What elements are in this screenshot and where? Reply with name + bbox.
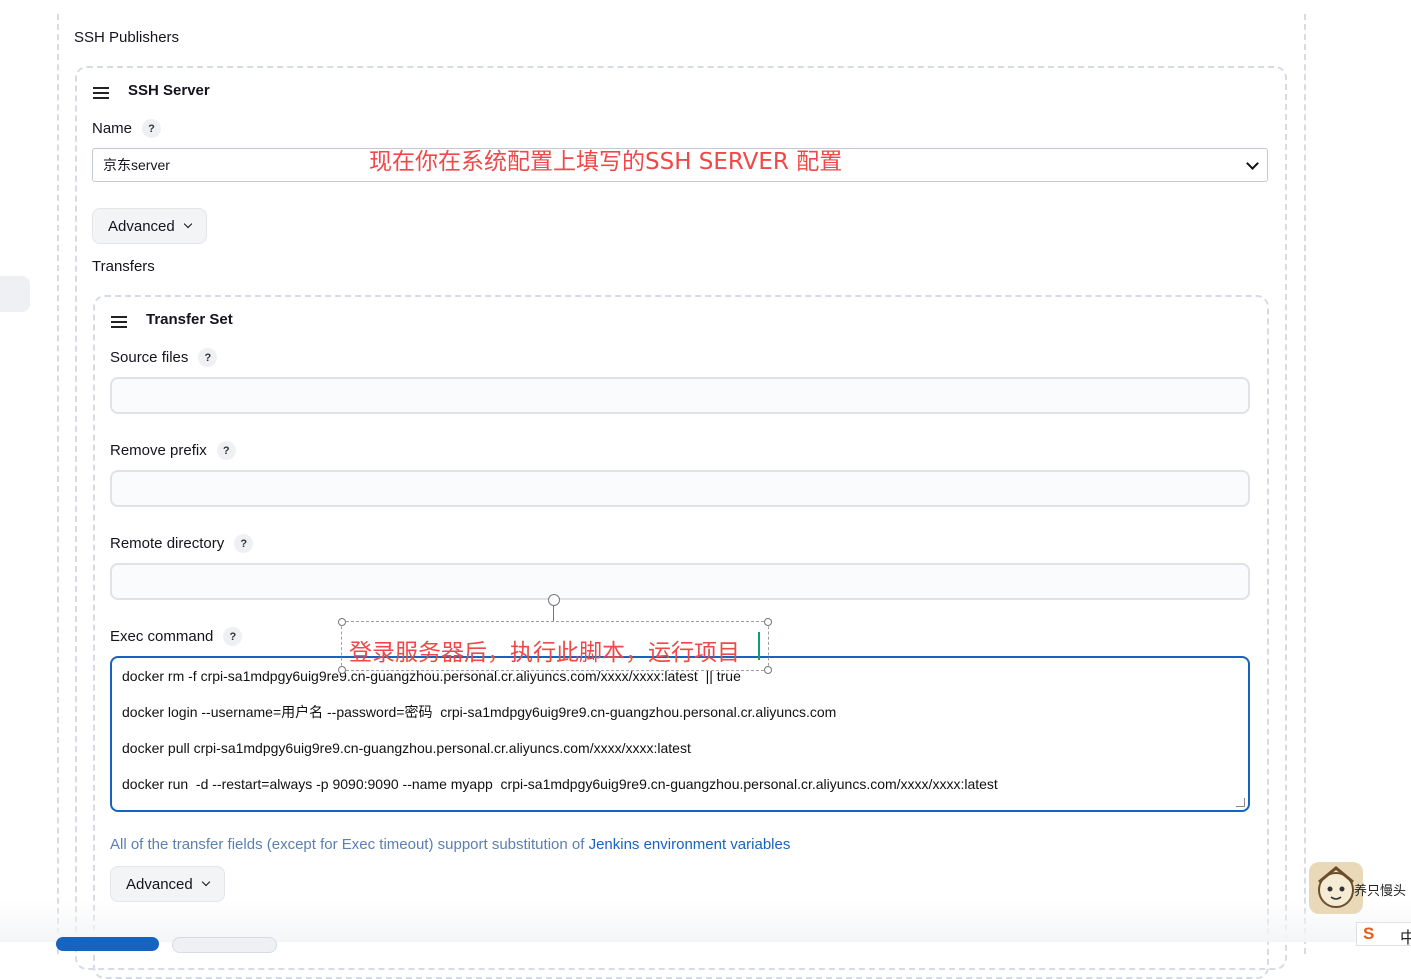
env-vars-link[interactable]: Jenkins environment variables	[589, 836, 791, 853]
resize-handle[interactable]	[338, 618, 346, 626]
save-button[interactable]	[56, 937, 159, 951]
ssh-server-title: SSH Server	[128, 82, 210, 99]
mascot-caption: 养只慢头	[1354, 884, 1407, 899]
server-advanced-button[interactable]: Advanced	[92, 208, 207, 244]
exec-line: docker login --username=用户名 --password=密…	[122, 704, 837, 720]
exec-command-label-text: Exec command	[110, 628, 214, 645]
remove-prefix-input[interactable]	[110, 470, 1250, 507]
ssh-publishers-label: SSH Publishers	[74, 29, 180, 46]
help-icon[interactable]: ?	[216, 441, 236, 460]
exec-command-label: Exec command ?	[110, 627, 243, 646]
remote-directory-input[interactable]	[110, 563, 1250, 600]
help-icon[interactable]: ?	[234, 534, 254, 553]
selected-server-value: 京东server	[103, 157, 170, 173]
transfer-advanced-button[interactable]: Advanced	[110, 866, 225, 902]
exec-line: docker run -d --restart=always -p 9090:9…	[122, 776, 998, 792]
exec-line: docker rm -f crpi-sa1mdpgy6uig9re9.cn-gu…	[122, 668, 741, 684]
text-caret	[758, 632, 760, 660]
name-label: Name ?	[92, 119, 162, 138]
resize-handle[interactable]	[338, 666, 346, 674]
rotate-stem	[553, 606, 554, 621]
apply-button[interactable]	[172, 937, 277, 953]
source-files-input[interactable]	[110, 377, 1250, 414]
rotate-handle[interactable]	[548, 594, 560, 606]
chevron-down-icon	[1246, 156, 1259, 170]
remote-directory-label: Remote directory ?	[110, 534, 254, 553]
resize-handle[interactable]	[764, 618, 772, 626]
resize-handle[interactable]	[764, 666, 772, 674]
remove-prefix-label-text: Remove prefix	[110, 442, 207, 459]
exec-line: docker pull crpi-sa1mdpgy6uig9re9.cn-gua…	[122, 740, 691, 756]
sogou-logo-icon[interactable]: S	[1363, 924, 1374, 944]
hint-text: All of the transfer fields (except for E…	[110, 836, 589, 853]
help-icon[interactable]: ?	[223, 627, 243, 646]
drag-handle-icon[interactable]	[93, 87, 109, 99]
chevron-down-icon	[183, 219, 192, 229]
ime-mode-toggle[interactable]: 中	[1400, 924, 1411, 948]
name-label-text: Name	[92, 120, 133, 137]
source-files-label: Source files ?	[110, 348, 218, 367]
transfer-set-title: Transfer Set	[146, 311, 233, 328]
server-config-annotation: 现在你在系统配置上填写的SSH SERVER 配置	[369, 149, 843, 175]
advanced-label: Advanced	[108, 217, 175, 235]
exec-script-annotation[interactable]: 登录服务器后，执行此脚本，运行项目	[349, 633, 740, 667]
drag-handle-icon[interactable]	[111, 316, 127, 328]
transfers-label: Transfers	[92, 258, 155, 275]
help-icon[interactable]: ?	[142, 119, 162, 138]
sidebar-stub[interactable]	[0, 276, 30, 312]
help-icon[interactable]: ?	[198, 348, 218, 367]
env-vars-hint: All of the transfer fields (except for E…	[110, 836, 790, 853]
remove-prefix-label: Remove prefix ?	[110, 441, 236, 460]
source-files-label-text: Source files	[110, 349, 189, 366]
resize-grip-icon[interactable]	[1236, 798, 1245, 807]
exec-command-textarea[interactable]: docker rm -f crpi-sa1mdpgy6uig9re9.cn-gu…	[110, 656, 1250, 812]
remote-directory-label-text: Remote directory	[110, 535, 225, 552]
advanced-label: Advanced	[126, 875, 193, 893]
bottom-bar	[0, 900, 1411, 942]
chevron-down-icon	[201, 877, 210, 887]
